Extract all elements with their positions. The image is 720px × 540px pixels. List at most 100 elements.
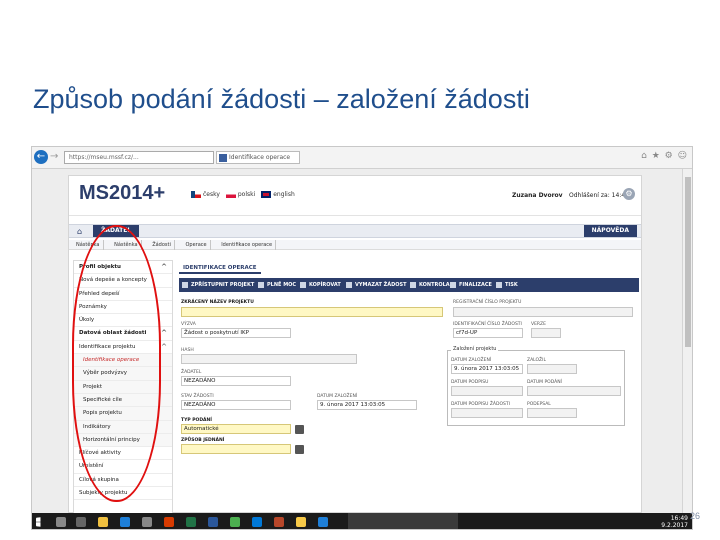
sidebar-item-nova-deprese[interactable]: Nová depeše a koncepty bbox=[74, 274, 172, 288]
main-nav: ⌂ ŽADATEL NÁPOVĚDA bbox=[69, 224, 641, 238]
legend-label: DATUM PODPISU bbox=[451, 380, 489, 385]
legend-field bbox=[527, 408, 577, 418]
browser-tab[interactable]: Identifikace operace bbox=[216, 151, 300, 164]
breadcrumb: Nástěnka Nástěnka Žádosti Operace Identi… bbox=[69, 240, 641, 250]
ms2014-app: MS2014+ česky polski english Zuzana Dvor… bbox=[68, 175, 642, 514]
zadatel-field: NEZADÁNO bbox=[181, 376, 291, 386]
home-icon[interactable]: ⌂ bbox=[77, 227, 89, 237]
sidebar-item-projekt[interactable]: Projekt bbox=[74, 380, 172, 394]
browser-chrome: ← → https://mseu.mssf.cz/... Identifikac… bbox=[32, 147, 692, 169]
slide-title: Způsob podání žádosti – založení žádosti bbox=[33, 84, 530, 114]
excel-icon[interactable] bbox=[186, 517, 196, 527]
kopirovat-button[interactable]: KOPÍROVAT bbox=[299, 278, 341, 292]
kontrola-button[interactable]: KONTROLA bbox=[409, 278, 450, 292]
sidebar-item-popis-projektu[interactable]: Popis projektu bbox=[74, 407, 172, 421]
sidebar-item-prehled-depesi[interactable]: Přehled depeší bbox=[74, 288, 172, 301]
lock-icon bbox=[450, 282, 456, 288]
word-icon[interactable] bbox=[208, 517, 218, 527]
sidebar-item-ukoly[interactable]: Úkoly bbox=[74, 314, 172, 328]
finalizace-button[interactable]: FINALIZACE bbox=[449, 278, 492, 292]
polish-flag-icon[interactable] bbox=[225, 191, 236, 198]
plna-moc-button[interactable]: PLNĚ MOC bbox=[257, 278, 296, 292]
breadcrumb-item[interactable]: Nástěnka bbox=[111, 240, 142, 250]
tisk-button[interactable]: TISK bbox=[495, 278, 518, 292]
session-timer[interactable]: Odhlášení za: 14:49 bbox=[569, 192, 629, 199]
sidebar-item-cilova-skupina[interactable]: Cílová skupina bbox=[74, 474, 172, 488]
task-view-icon[interactable] bbox=[76, 517, 86, 527]
edge-icon[interactable] bbox=[120, 517, 130, 527]
breadcrumb-item[interactable]: Nástěnka bbox=[73, 240, 104, 250]
chrome-icon[interactable] bbox=[230, 517, 240, 527]
office-icon[interactable] bbox=[164, 517, 174, 527]
user-name[interactable]: Zuzana Dvorov bbox=[512, 192, 563, 199]
search-icon[interactable] bbox=[56, 517, 66, 527]
system-tray[interactable]: 16:49 9.2.2017 bbox=[661, 515, 688, 529]
breadcrumb-item[interactable]: Operace bbox=[182, 240, 211, 250]
lang-pl[interactable]: polski bbox=[238, 191, 255, 198]
vymazat-button[interactable]: VYMAZAT ŽÁDOST bbox=[345, 278, 407, 292]
browser-toolbar-icons[interactable]: ⌂ ★ ⚙ ☺ bbox=[641, 151, 688, 161]
page-number: 26 bbox=[690, 511, 701, 521]
logo[interactable]: MS2014+ bbox=[79, 182, 165, 205]
address-bar[interactable]: https://mseu.mssf.cz/... bbox=[64, 151, 214, 164]
czech-flag-icon[interactable] bbox=[191, 191, 201, 198]
print-icon bbox=[496, 282, 502, 288]
gear-icon[interactable]: ⚙ bbox=[623, 188, 635, 200]
verze-field bbox=[531, 328, 561, 338]
action-toolbar: ZPŘÍSTUPNIT PROJEKT PLNĚ MOC KOPÍROVAT V… bbox=[179, 278, 639, 292]
sidebar-item-identifikace-operace[interactable]: Identifikace operace bbox=[74, 354, 172, 368]
zpusob-select[interactable] bbox=[181, 444, 291, 454]
favicon-icon bbox=[219, 154, 227, 162]
delete-icon bbox=[346, 282, 352, 288]
zpristupnit-button[interactable]: ZPŘÍSTUPNIT PROJEKT bbox=[181, 278, 254, 292]
forward-icon[interactable]: → bbox=[50, 150, 62, 164]
nazev-input[interactable] bbox=[181, 307, 443, 317]
nazev-label: ZKRÁCENÝ NÁZEV PROJEKTU bbox=[181, 300, 254, 305]
content-area: IDENTIFIKACE OPERACE ZPŘÍSTUPNIT PROJEKT… bbox=[179, 260, 639, 514]
clock-time: 16:49 bbox=[670, 515, 688, 522]
lang-cz[interactable]: česky bbox=[203, 191, 220, 198]
sidebar-item-horizontalni-principy[interactable]: Horizontální principy bbox=[74, 433, 172, 448]
nav-help[interactable]: NÁPOVĚDA bbox=[583, 225, 637, 237]
back-icon[interactable]: ← bbox=[34, 150, 48, 164]
datum-label: DATUM ZALOŽENÍ bbox=[317, 394, 358, 399]
english-flag-icon[interactable] bbox=[261, 191, 272, 198]
browser-tab-title: Identifikace operace bbox=[229, 154, 291, 161]
sidebar-item-subjekty[interactable]: Subjekty projektu bbox=[74, 487, 172, 501]
file-explorer-icon[interactable] bbox=[98, 517, 108, 527]
scrollbar-thumb[interactable] bbox=[685, 177, 691, 347]
typ-podani-label: TYP PODÁNÍ bbox=[181, 418, 212, 423]
folder-icon[interactable] bbox=[296, 517, 306, 527]
windows-start-icon[interactable] bbox=[36, 517, 41, 527]
legend-field bbox=[527, 386, 621, 396]
nav-zadatel[interactable]: ŽADATEL bbox=[93, 225, 140, 237]
list-picker-icon[interactable] bbox=[295, 445, 304, 454]
registracni-label: REGISTRAČNÍ ČÍSLO PROJEKTU bbox=[453, 300, 522, 305]
sidebar-item-profil[interactable]: Profil objektu ^ bbox=[74, 261, 172, 275]
active-window-button[interactable] bbox=[348, 513, 458, 529]
typ-podani-select[interactable]: Automatické bbox=[181, 424, 291, 434]
outlook-icon[interactable] bbox=[252, 517, 262, 527]
legend-label: DATUM PODPISU ŽÁDOSTI bbox=[451, 402, 510, 407]
store-icon[interactable] bbox=[142, 517, 152, 527]
sidebar-item-datova-oblast[interactable]: Datová oblast žádosti ^ bbox=[74, 327, 172, 341]
tab-identifikace-operace[interactable]: IDENTIFIKACE OPERACE bbox=[179, 262, 261, 274]
ie-icon[interactable] bbox=[318, 517, 328, 527]
document-icon bbox=[258, 282, 264, 288]
page-scrollbar[interactable] bbox=[682, 169, 692, 513]
breadcrumb-item[interactable]: Žádosti bbox=[149, 240, 175, 250]
sidebar-item-klicove-aktivity[interactable]: Klíčové aktivity bbox=[74, 447, 172, 461]
chevron-up-icon: ^ bbox=[161, 329, 167, 338]
legend-field bbox=[451, 408, 523, 418]
sidebar-item-poznamky[interactable]: Poznámky bbox=[74, 301, 172, 315]
powerpoint-icon[interactable] bbox=[274, 517, 284, 527]
breadcrumb-item[interactable]: Identifikace operace bbox=[218, 240, 277, 250]
sidebar-item-umisteni[interactable]: Umístění bbox=[74, 460, 172, 474]
cislo-zadosti-label: IDENTIFIKAČNÍ ČÍSLO ŽÁDOSTI bbox=[453, 322, 522, 327]
sidebar-item-specificke-cile[interactable]: Specifické cíle bbox=[74, 393, 172, 408]
lang-en[interactable]: english bbox=[273, 191, 295, 198]
sidebar-item-indikatory[interactable]: Indikátory bbox=[74, 420, 172, 434]
sidebar-item-vyber-podvyzvy[interactable]: Výběr podvýzvy bbox=[74, 367, 172, 381]
list-picker-icon[interactable] bbox=[295, 425, 304, 434]
sidebar-item-identifikace-projektu[interactable]: Identifikace projektu ^ bbox=[74, 341, 172, 355]
